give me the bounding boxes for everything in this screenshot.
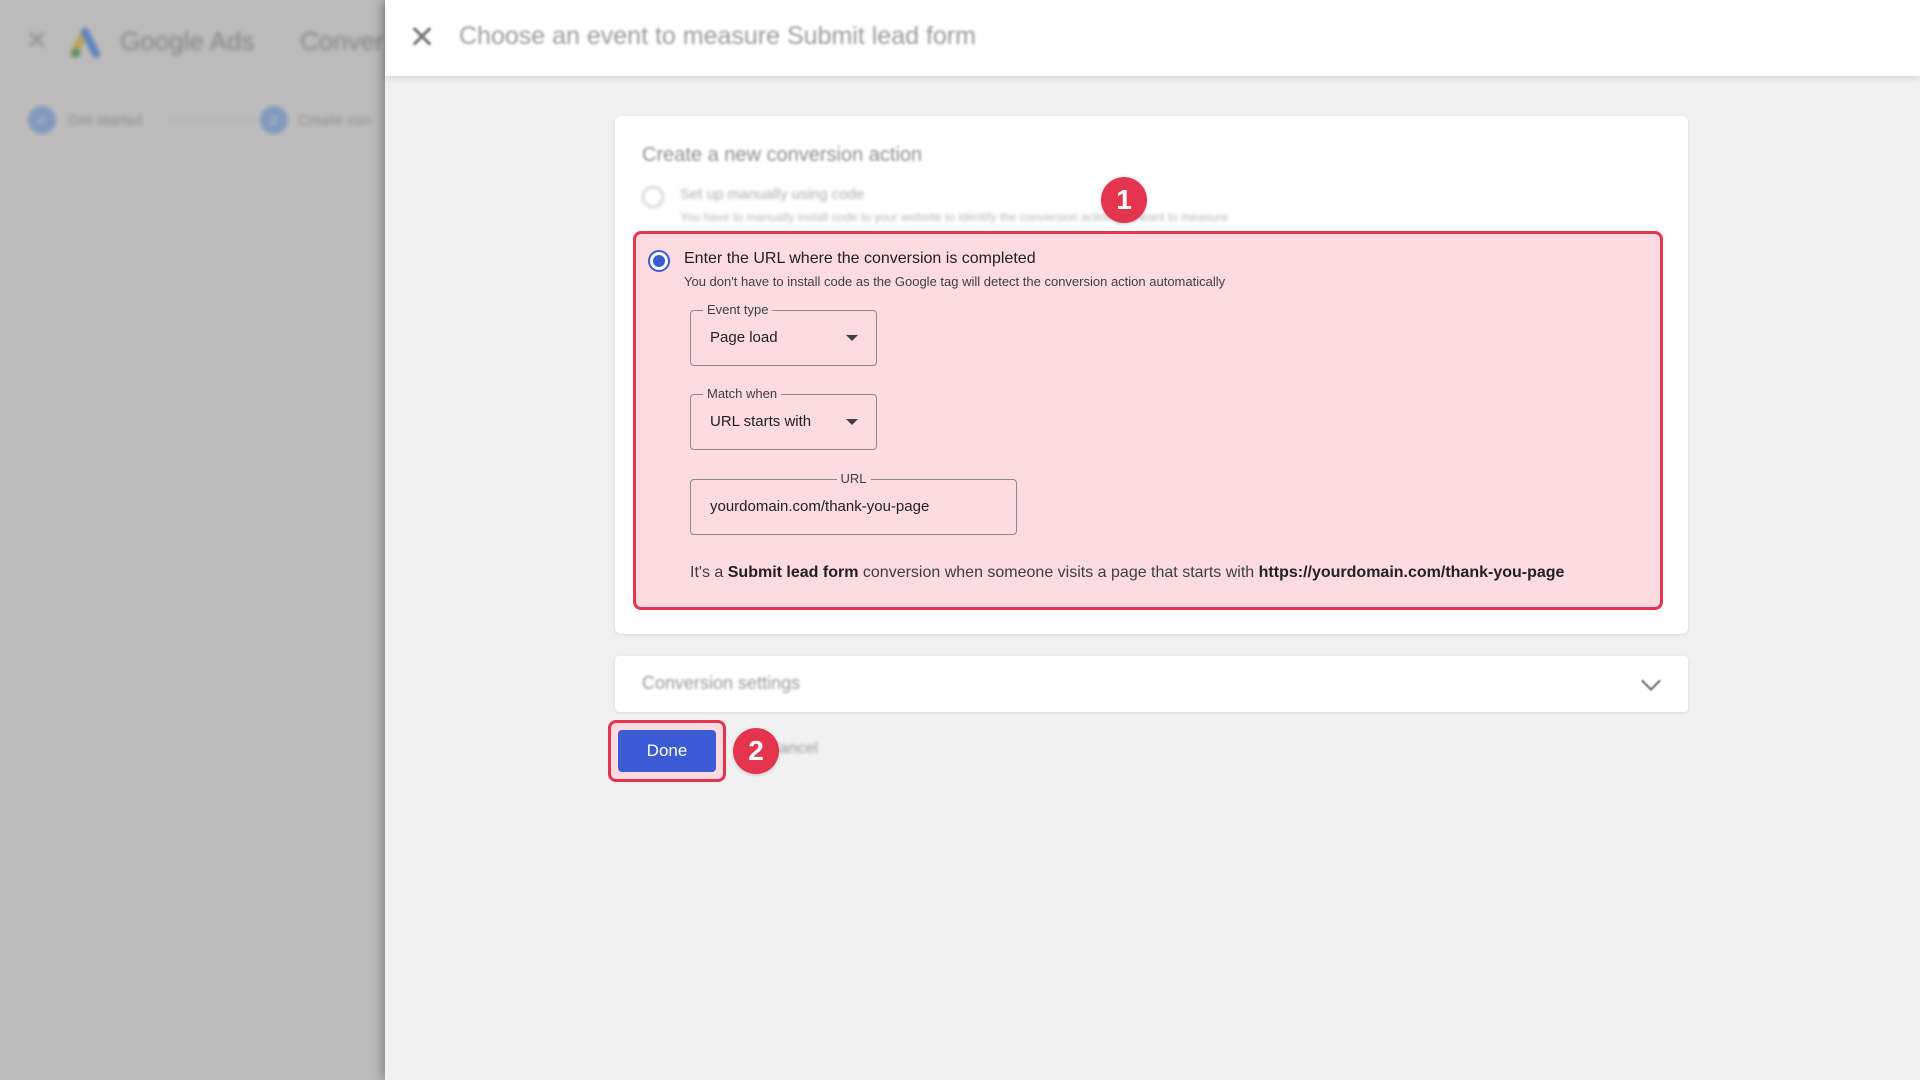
option-url-label: Enter the URL where the conversion is co… <box>684 250 1036 267</box>
conversion-settings-label: Conversion settings <box>642 673 801 693</box>
match-when-select[interactable]: Match when URL starts with <box>690 386 877 450</box>
option-manual-label: Set up manually using code <box>680 186 865 203</box>
option-url-highlight: Enter the URL where the conversion is co… <box>633 231 1663 610</box>
option-manual-code[interactable]: Set up manually using code You have to m… <box>642 186 1542 232</box>
event-type-label: Event type <box>703 302 773 318</box>
annotation-badge-2: 2 <box>733 728 779 774</box>
option-url-description: You don't have to install code as the Go… <box>684 274 1226 289</box>
dropdown-arrow-icon <box>846 335 858 341</box>
chevron-down-icon[interactable] <box>1641 671 1661 691</box>
url-label: URL <box>836 471 871 487</box>
annotation-badge-1: 1 <box>1101 177 1147 223</box>
conversion-settings-expander[interactable]: Conversion settings <box>615 656 1688 712</box>
summary-url: https://yourdomain.com/thank-you-page <box>1258 564 1565 581</box>
panel-title: Choose an event to measure Submit lead f… <box>459 22 976 50</box>
dim-overlay <box>0 0 385 1080</box>
match-when-value: URL starts with <box>710 413 812 430</box>
radio-manual-code[interactable] <box>642 186 664 208</box>
url-input[interactable]: URL yourdomain.com/thank-you-page <box>690 471 1017 535</box>
event-type-select[interactable]: Event type Page load <box>690 302 877 366</box>
dropdown-arrow-icon <box>846 419 858 425</box>
option-manual-description: You have to manually install code to you… <box>680 210 1228 224</box>
conversion-summary: It's a Submit lead form conversion when … <box>690 564 1564 582</box>
event-type-value: Page load <box>710 329 778 346</box>
radio-url[interactable] <box>648 250 670 272</box>
card-title: Create a new conversion action <box>642 144 923 166</box>
panel-header: ✕ Choose an event to measure Submit lead… <box>385 0 1920 76</box>
done-button[interactable]: Done <box>618 730 716 772</box>
summary-action: Submit lead form <box>727 564 859 581</box>
summary-middle: conversion when someone visits a page th… <box>862 564 1255 581</box>
url-value[interactable]: yourdomain.com/thank-you-page <box>710 498 929 515</box>
summary-prefix: It's a <box>690 564 724 581</box>
match-when-label: Match when <box>703 386 782 402</box>
close-icon[interactable]: ✕ <box>407 21 437 53</box>
